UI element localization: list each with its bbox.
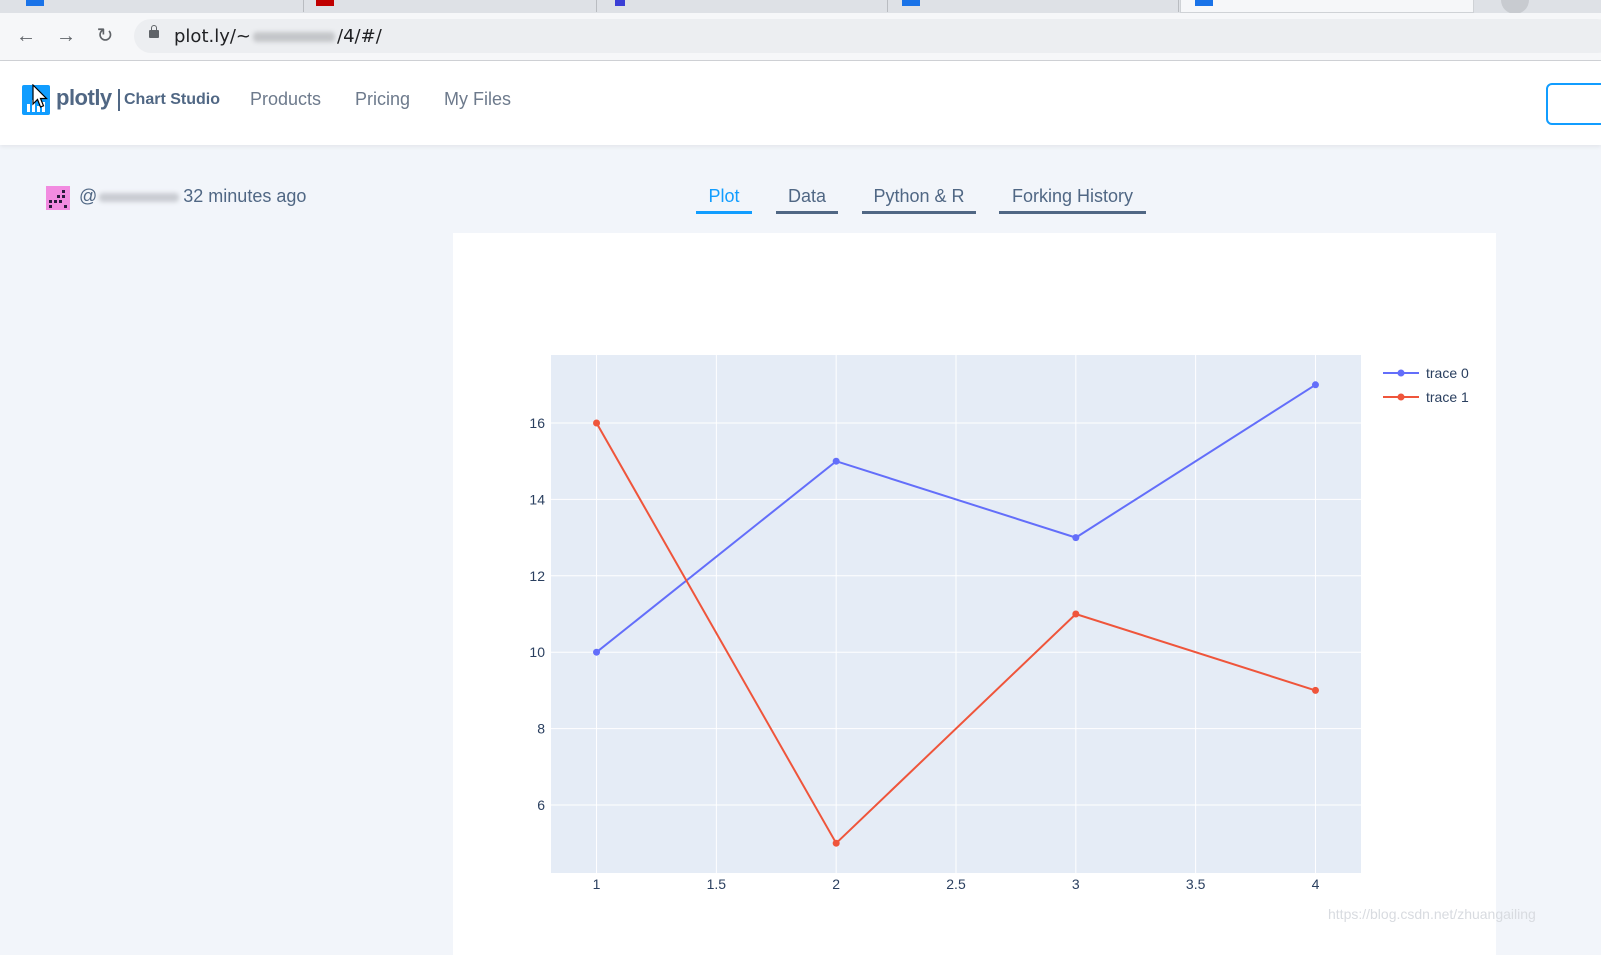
logo-text[interactable]: plotly	[56, 85, 112, 111]
reload-icon[interactable]: ↻	[93, 24, 117, 48]
y-tick-label: 6	[537, 797, 545, 813]
data-point	[1311, 686, 1319, 694]
x-tick-label: 1	[593, 876, 601, 892]
url-redacted	[253, 32, 336, 42]
author-redacted	[99, 192, 180, 202]
cursor-icon	[32, 84, 48, 108]
tab-plot[interactable]: Plot	[696, 186, 752, 214]
x-tick-label: 1.5	[707, 876, 727, 892]
x-tick-label: 2	[832, 876, 840, 892]
x-tick-label: 3	[1072, 876, 1080, 892]
new-tab-button[interactable]	[1501, 0, 1529, 14]
browser-toolbar: ← → ↻ plot.ly/~ /4/#/	[0, 13, 1601, 61]
data-point	[593, 419, 601, 427]
legend-swatch-marker	[1397, 393, 1405, 401]
tab-python-r[interactable]: Python & R	[862, 186, 976, 214]
line-chart: 1 1.5 2 2.5 3 3.5 4 6 8 10 12 14 16 trace 0 trace 1	[529, 355, 1469, 892]
y-tick-label: 12	[529, 568, 545, 584]
browser-tab[interactable]	[888, 0, 1179, 12]
logo-divider	[118, 89, 120, 111]
legend-swatch-marker	[1397, 369, 1405, 377]
y-tick-label: 16	[529, 415, 545, 431]
back-arrow-icon[interactable]: ←	[14, 24, 38, 48]
forward-arrow-icon[interactable]: →	[54, 24, 78, 48]
browser-tab[interactable]	[0, 0, 304, 12]
y-tick-label: 10	[529, 644, 545, 660]
logo-subtitle[interactable]: Chart Studio	[124, 91, 220, 109]
nav-my-files[interactable]: My Files	[444, 89, 511, 110]
y-tick-label: 8	[537, 721, 545, 737]
tab-data[interactable]: Data	[776, 186, 838, 214]
x-tick-label: 2.5	[946, 876, 966, 892]
author-prefix[interactable]: @	[79, 186, 97, 206]
data-point	[832, 457, 840, 465]
browser-tab-strip	[0, 0, 1601, 14]
avatar[interactable]	[46, 186, 70, 210]
url-suffix: /4/#/	[337, 26, 382, 47]
nav-pricing[interactable]: Pricing	[355, 89, 410, 110]
x-tick-label: 4	[1312, 876, 1320, 892]
data-point	[593, 648, 601, 656]
data-point	[1311, 381, 1319, 389]
tab-forking-history[interactable]: Forking History	[999, 186, 1146, 214]
header-action-button[interactable]	[1546, 83, 1601, 125]
watermark: https://blog.csdn.net/zhuangailing	[1328, 906, 1536, 922]
tab-favicon-icon	[615, 0, 625, 6]
data-point	[832, 839, 840, 847]
url-prefix: plot.ly/~	[174, 26, 252, 47]
tab-favicon-icon	[316, 0, 334, 6]
url-text: plot.ly/~ /4/#/	[174, 26, 382, 47]
y-tick-label: 14	[529, 491, 545, 507]
chart-card: 1 1.5 2 2.5 3 3.5 4 6 8 10 12 14 16 trace 0 trace 1	[453, 233, 1496, 955]
legend-label: trace 1	[1426, 389, 1469, 405]
nav-products[interactable]: Products	[250, 89, 321, 110]
tab-favicon-icon	[1195, 0, 1213, 6]
x-tick-label: 3.5	[1186, 876, 1206, 892]
browser-tab-active[interactable]	[1180, 0, 1474, 13]
time-ago: 32 minutes ago	[183, 186, 307, 206]
browser-tab[interactable]	[597, 0, 888, 12]
site-header: plotly Chart Studio Products Pricing My …	[0, 61, 1601, 145]
browser-tab[interactable]	[304, 0, 597, 12]
lock-icon	[149, 25, 159, 38]
legend-label: trace 0	[1426, 365, 1469, 381]
data-point	[1072, 534, 1080, 542]
author-line: @32 minutes ago	[79, 186, 306, 207]
data-point	[1072, 610, 1080, 618]
tab-favicon-icon	[902, 0, 920, 6]
tab-favicon-icon	[26, 0, 44, 6]
address-bar[interactable]: plot.ly/~ /4/#/	[134, 19, 1601, 53]
